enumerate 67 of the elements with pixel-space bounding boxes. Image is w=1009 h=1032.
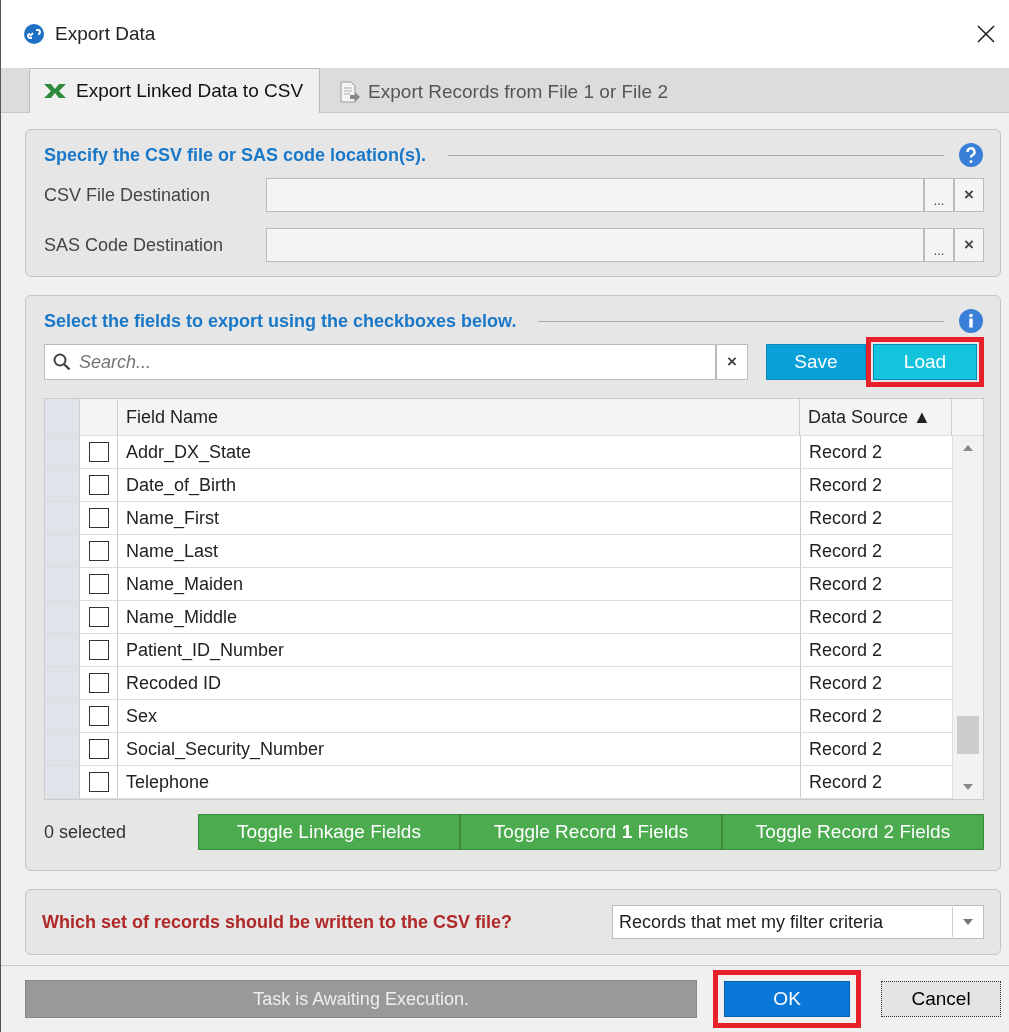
table-cell-text: Record 2 <box>808 638 884 662</box>
checkbox[interactable] <box>88 706 109 726</box>
clear-button[interactable]: × <box>716 344 748 380</box>
document-icon <box>338 81 361 103</box>
table-cell-text: Record 2 <box>808 506 884 530</box>
table-cell: Addr_DX_State <box>118 436 801 468</box>
browse-button[interactable]: ... <box>924 178 954 212</box>
link-icon <box>23 23 45 45</box>
search-icon <box>53 353 71 371</box>
window-title: Export Data <box>55 23 157 45</box>
table-cell-text: Record 2 <box>808 770 884 794</box>
table-cell: Sex <box>118 700 801 732</box>
scroll-up-icon[interactable] <box>962 444 974 452</box>
table-cell-text: Record 2 <box>808 539 884 563</box>
table-cell: Name_Middle <box>118 601 801 633</box>
table-cell: Telephone <box>118 766 801 798</box>
column-header[interactable]: Field Name <box>118 399 800 435</box>
field-label: CSV File Destination <box>44 184 212 206</box>
status-bar: Task is Awaiting Execution. <box>25 980 698 1018</box>
table-cell: Patient_ID_Number <box>118 634 801 666</box>
field-label: SAS Code Destination <box>44 234 225 256</box>
table-cell: Recoded ID <box>118 667 801 699</box>
tab[interactable]: Export Linked Data to CSV <box>29 68 321 113</box>
checkbox[interactable] <box>88 607 109 627</box>
table-cell-text: Record 2 <box>808 473 884 497</box>
table-cell: Date_of_Birth <box>118 469 801 501</box>
caret-icon <box>962 918 974 926</box>
clear-button[interactable]: × <box>954 178 984 212</box>
checkbox[interactable] <box>88 673 109 693</box>
clear-button[interactable]: × <box>954 228 984 262</box>
checkbox[interactable] <box>88 640 109 660</box>
path-field[interactable] <box>266 228 924 262</box>
checkbox[interactable] <box>88 442 109 462</box>
table-cell-text: Record 2 <box>808 671 884 695</box>
table-cell: Social_Security_Number <box>118 733 801 765</box>
checkbox[interactable] <box>88 739 109 759</box>
scroll-down-icon[interactable] <box>962 783 974 791</box>
path-field[interactable] <box>266 178 924 212</box>
section-heading: Specify the CSV file or SAS code location(s). <box>44 144 427 166</box>
close-icon[interactable] <box>977 25 995 43</box>
search-field[interactable]: Search... <box>44 344 716 380</box>
cancel-button[interactable]: Cancel <box>881 981 1001 1017</box>
table-cell-text: Record 2 <box>808 704 884 728</box>
table-cell-text: Record 2 <box>808 737 884 761</box>
ok-button[interactable]: OK <box>724 981 851 1017</box>
table-cell: Name_Last <box>118 535 801 567</box>
dropdown[interactable]: Records that met my filter criteria <box>612 905 984 939</box>
question-label: Which set of records should be written to the CSV file? <box>42 911 514 933</box>
column-header[interactable]: Data Source ▲ <box>800 399 951 435</box>
checkbox[interactable] <box>88 574 109 594</box>
scroll-thumb[interactable] <box>957 716 979 754</box>
section-heading: Select the fields to export using the checkboxes below. <box>44 310 517 332</box>
info-icon <box>958 308 984 334</box>
spreadsheet-icon <box>42 82 68 100</box>
checkbox[interactable] <box>88 772 109 792</box>
checkbox[interactable] <box>88 541 109 561</box>
table-cell-text: Record 2 <box>808 440 884 464</box>
table-cell: Name_Maiden <box>118 568 801 600</box>
tab[interactable]: Export Records from File 1 or File 2 <box>326 72 684 112</box>
help-icon[interactable] <box>958 142 984 168</box>
browse-button[interactable]: ... <box>924 228 954 262</box>
table-cell-text: Record 2 <box>808 605 884 629</box>
table-cell-text: Record 2 <box>808 572 884 596</box>
checkbox[interactable] <box>88 508 109 528</box>
selection-count: 0 selected <box>44 821 128 843</box>
table-cell: Name_First <box>118 502 801 534</box>
checkbox[interactable] <box>88 475 109 495</box>
